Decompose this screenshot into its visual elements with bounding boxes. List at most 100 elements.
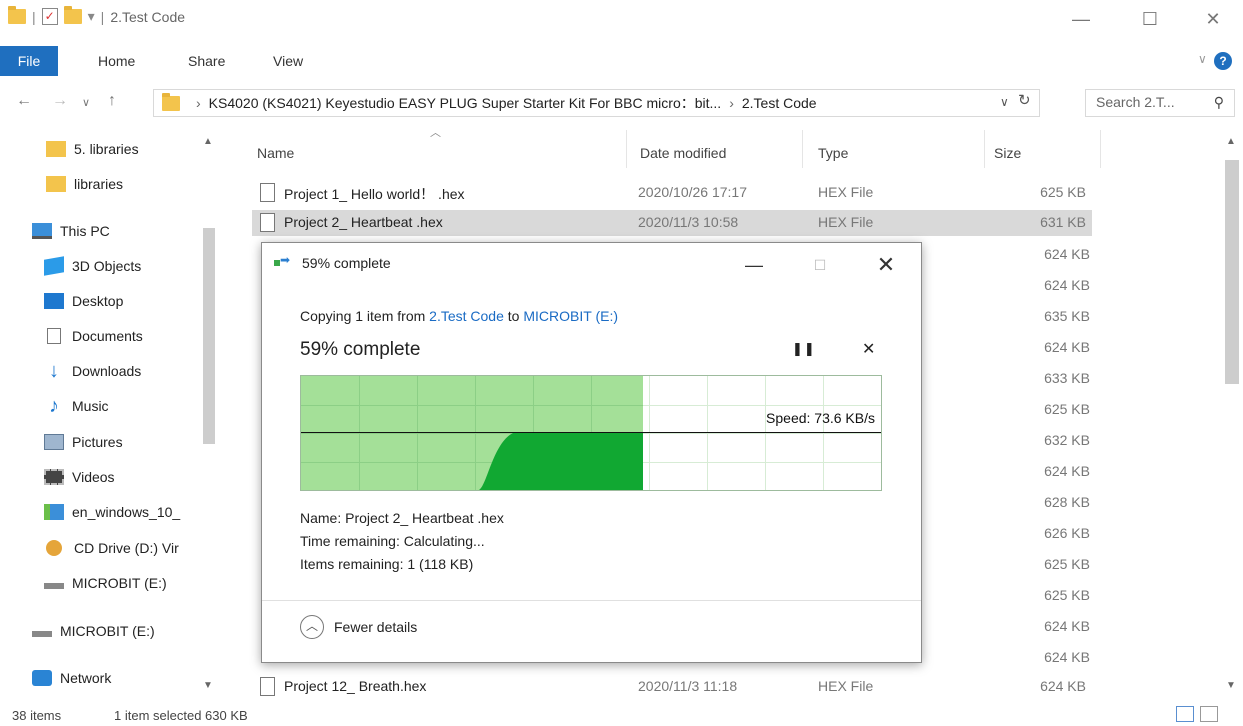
column-divider[interactable] xyxy=(1100,130,1101,168)
3d-objects-icon xyxy=(44,256,64,276)
sidebar-item-label: Music xyxy=(72,398,109,414)
pictures-icon xyxy=(44,434,64,450)
large-icons-view-icon[interactable] xyxy=(1200,706,1218,722)
forward-arrow-icon[interactable]: → xyxy=(52,92,68,110)
search-icon: ⚲ xyxy=(1213,94,1224,110)
file-size: 635 KB xyxy=(1044,308,1090,324)
column-header-name[interactable]: Name xyxy=(257,138,294,168)
folder-icon xyxy=(46,176,66,192)
sidebar-item-3d-objects[interactable]: 3D Objects xyxy=(44,251,141,281)
back-arrow-icon[interactable]: ← xyxy=(16,92,32,110)
sidebar-item-this-pc[interactable]: This PC xyxy=(32,216,110,246)
file-type: HEX File xyxy=(818,184,874,200)
column-header-size[interactable]: Size xyxy=(994,138,1021,168)
sidebar-item-label: Documents xyxy=(72,328,143,344)
file-date: 2020/11/3 11:18 xyxy=(638,678,738,694)
dialog-minimize-button[interactable]: — xyxy=(734,251,774,279)
column-divider[interactable] xyxy=(984,130,985,168)
tab-home[interactable]: Home xyxy=(98,46,135,76)
destination-link[interactable]: MICROBIT (E:) xyxy=(523,308,618,324)
breadcrumb-parent[interactable]: KS4020 (KS4021) Keyestudio EASY PLUG Sup… xyxy=(209,93,722,113)
properties-icon[interactable]: ✓ xyxy=(41,8,58,25)
speed-label: Speed: 73.6 KB/s xyxy=(766,410,875,426)
sidebar-item-documents[interactable]: Documents xyxy=(44,321,143,351)
folder-icon[interactable] xyxy=(8,6,26,24)
file-size: 624 KB xyxy=(1044,649,1090,665)
up-arrow-icon[interactable]: ↑ xyxy=(108,92,116,110)
recent-locations-chevron-icon[interactable]: ∨ xyxy=(82,96,90,109)
file-size: 625 KB xyxy=(1040,184,1086,200)
item-count: 38 items xyxy=(12,708,62,723)
percent-complete: 59% complete xyxy=(300,339,421,360)
refresh-icon[interactable]: ↻ xyxy=(1018,91,1031,109)
fewer-details-button[interactable]: ︿ Fewer details xyxy=(300,615,417,639)
column-divider[interactable] xyxy=(802,130,803,168)
sidebar-item-microbit-device[interactable]: MICROBIT (E:) xyxy=(32,616,155,646)
sort-ascending-icon: ︿ xyxy=(430,127,441,139)
expand-ribbon-chevron-icon[interactable]: ∨ xyxy=(1198,52,1207,66)
sidebar-item-downloads[interactable]: ↓ Downloads xyxy=(44,356,141,386)
scroll-up-arrow-icon[interactable]: ▲ xyxy=(1226,136,1236,147)
help-icon[interactable]: ? xyxy=(1214,52,1232,70)
search-input[interactable]: Search 2.T... ⚲ xyxy=(1085,89,1235,117)
customize-toolbar-icon[interactable]: ▾ xyxy=(88,8,95,25)
sidebar-item-music[interactable]: ♪ Music xyxy=(44,391,109,421)
file-size: 624 KB xyxy=(1044,339,1090,355)
new-folder-icon[interactable] xyxy=(63,6,82,24)
sidebar-item-label: 3D Objects xyxy=(72,258,142,274)
maximize-button[interactable]: ☐ xyxy=(1127,4,1173,34)
column-header-type[interactable]: Type xyxy=(818,138,848,168)
file-size: 624 KB xyxy=(1040,678,1086,694)
table-row[interactable]: Project 12_ Breath.hex 2020/11/3 11:18 H… xyxy=(252,674,1092,700)
tab-view[interactable]: View xyxy=(273,46,303,76)
address-dropdown-icon[interactable]: ∨ xyxy=(1000,95,1009,109)
close-button[interactable]: ✕ xyxy=(1190,4,1236,34)
file-size: 624 KB xyxy=(1044,246,1090,262)
sidebar-item-videos[interactable]: Videos xyxy=(44,462,115,492)
address-bar[interactable]: › KS4020 (KS4021) Keyestudio EASY PLUG S… xyxy=(153,89,1040,117)
file-size: 631 KB xyxy=(1040,214,1086,230)
dialog-close-button[interactable]: ✕ xyxy=(866,251,906,279)
sidebar-item-pictures[interactable]: Pictures xyxy=(44,427,123,457)
details-view-icon[interactable] xyxy=(1176,706,1194,722)
file-size: 626 KB xyxy=(1044,525,1090,541)
chevron-up-icon: ︿ xyxy=(300,615,324,639)
throughput-chart xyxy=(479,433,643,490)
sidebar-item-en-windows[interactable]: en_windows_10_ xyxy=(44,497,180,527)
file-list-scroll-thumb[interactable] xyxy=(1225,160,1239,384)
sidebar-item-cd-drive[interactable]: CD Drive (D:) Vir xyxy=(46,533,179,563)
tab-share[interactable]: Share xyxy=(188,46,225,76)
selection-info: 1 item selected 630 KB xyxy=(114,708,248,723)
breadcrumb-chevron-icon[interactable]: › xyxy=(729,95,734,111)
breadcrumb-chevron-icon[interactable]: › xyxy=(196,95,201,111)
cd-drive-icon xyxy=(46,540,62,556)
table-row[interactable]: Project 1_ Hello world！ .hex 2020/10/26 … xyxy=(252,180,1092,206)
sidebar-item-libraries[interactable]: libraries xyxy=(46,169,123,199)
scroll-up-arrow-icon[interactable]: ▲ xyxy=(203,136,213,147)
file-size: 632 KB xyxy=(1044,432,1090,448)
detail-items-remaining: Items remaining: 1 (118 KB) xyxy=(300,556,474,572)
column-header-date[interactable]: Date modified xyxy=(640,138,726,168)
pause-button[interactable]: ❚❚ xyxy=(792,341,816,357)
sidebar-item-5-libraries[interactable]: 5. libraries xyxy=(46,134,139,164)
minimize-button[interactable]: — xyxy=(1058,4,1104,34)
table-row-selected[interactable]: Project 2_ Heartbeat .hex 2020/11/3 10:5… xyxy=(252,210,1092,236)
toolbar-separator: | xyxy=(100,8,105,25)
scroll-down-arrow-icon[interactable]: ▼ xyxy=(1226,680,1236,691)
sidebar-item-label: This PC xyxy=(60,223,110,239)
sidebar-item-network[interactable]: Network xyxy=(32,663,111,693)
cancel-button[interactable]: ✕ xyxy=(862,339,875,359)
sidebar-item-microbit-drive[interactable]: MICROBIT (E:) xyxy=(44,568,167,598)
dialog-maximize-button[interactable]: ☐ xyxy=(800,251,840,279)
throughput-area xyxy=(479,433,643,490)
sidebar-item-desktop[interactable]: Desktop xyxy=(44,286,123,316)
breadcrumb-current[interactable]: 2.Test Code xyxy=(742,95,817,111)
column-divider[interactable] xyxy=(626,130,627,168)
copy-progress-dialog: 59% complete — ☐ ✕ Copying 1 item from 2… xyxy=(261,242,922,663)
file-type: HEX File xyxy=(818,214,874,230)
source-link[interactable]: 2.Test Code xyxy=(429,308,504,324)
sidebar-scroll-thumb[interactable] xyxy=(203,228,215,444)
tab-file[interactable]: File xyxy=(0,46,58,76)
scroll-down-arrow-icon[interactable]: ▼ xyxy=(203,680,213,691)
navigation-pane: 5. libraries libraries This PC 3D Object… xyxy=(0,130,225,700)
